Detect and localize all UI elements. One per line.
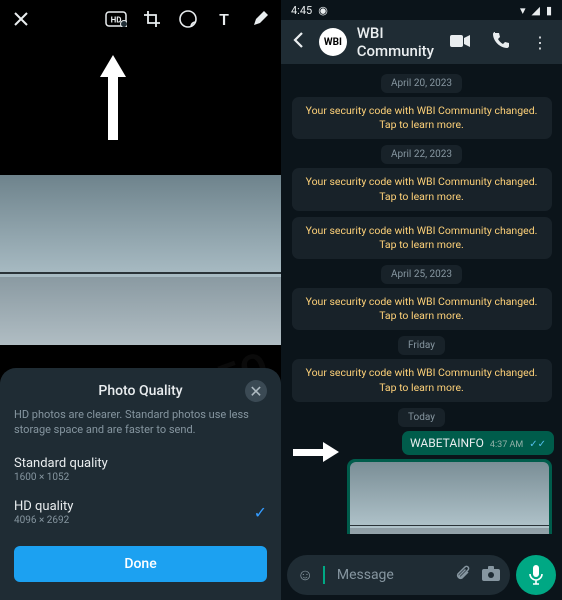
text-cursor — [323, 566, 325, 584]
voice-call-icon[interactable] — [492, 31, 510, 53]
whatsapp-indicator-icon: ◉ — [318, 4, 328, 17]
sheet-close-button[interactable]: ✕ — [245, 380, 267, 402]
check-icon: ✓ — [254, 503, 267, 522]
signal-icon: ◢ — [531, 4, 539, 17]
option-hd-quality[interactable]: HD quality 4096 × 2692 ✓ — [14, 491, 267, 534]
back-icon[interactable] — [289, 30, 309, 54]
option-label: HD quality — [14, 499, 254, 514]
sheet-description: HD photos are clearer. Standard photos u… — [14, 408, 267, 438]
close-icon: ✕ — [249, 382, 262, 401]
close-icon[interactable] — [10, 8, 32, 30]
system-message[interactable]: Your security code with WBI Community ch… — [292, 288, 552, 330]
avatar[interactable]: WBI — [319, 28, 347, 56]
crop-rotate-icon[interactable] — [141, 8, 163, 30]
text-icon[interactable]: T — [213, 8, 235, 30]
svg-text:HD: HD — [111, 16, 122, 25]
sheet-title: Photo Quality — [36, 383, 245, 399]
date-pill: April 25, 2023 — [381, 265, 462, 284]
outgoing-message[interactable]: WABETAINFO 4:37 AM ✓✓ — [402, 431, 554, 455]
sticker-icon[interactable] — [177, 8, 199, 30]
callout-arrow — [100, 55, 126, 140]
message-input[interactable]: ☺ Message — [287, 555, 510, 595]
battery-icon: ▮ — [546, 4, 552, 17]
system-message[interactable]: Your security code with WBI Community ch… — [292, 217, 552, 259]
outgoing-image-message[interactable]: HD 4:45 AM ✓ — [347, 459, 552, 534]
read-ticks-icon: ✓✓ — [529, 439, 546, 450]
attach-icon[interactable] — [454, 564, 472, 586]
clock: 4:45 — [291, 4, 312, 17]
system-message[interactable]: Your security code with WBI Community ch… — [292, 168, 552, 210]
emoji-icon[interactable]: ☺ — [297, 565, 313, 585]
more-icon[interactable]: ⋮ — [532, 33, 548, 52]
photo-editor-screen: HD T WABETAINFO Photo Quality ✕ HD photo… — [0, 0, 281, 600]
input-placeholder: Message — [337, 567, 444, 583]
date-pill: April 20, 2023 — [381, 74, 462, 93]
chat-title[interactable]: WBI Community — [357, 24, 434, 60]
pencil-icon[interactable] — [249, 8, 271, 30]
callout-arrow — [293, 442, 339, 462]
photo-preview — [0, 175, 281, 345]
date-pill: Today — [398, 408, 445, 427]
chat-header: WBI WBI Community ⋮ — [281, 20, 562, 64]
chat-screen: 4:45 ◉ ▾ ◢ ▮ WBI WBI Community ⋮ April 2… — [281, 0, 562, 600]
camera-icon[interactable] — [482, 566, 500, 585]
option-label: Standard quality — [14, 456, 267, 471]
status-bar: 4:45 ◉ ▾ ◢ ▮ — [281, 0, 562, 20]
video-call-icon[interactable] — [450, 33, 470, 52]
system-message[interactable]: Your security code with WBI Community ch… — [292, 359, 552, 401]
option-resolution: 1600 × 1052 — [14, 472, 267, 483]
date-pill: April 22, 2023 — [381, 145, 462, 164]
date-pill: Friday — [398, 336, 445, 355]
wifi-icon: ▾ — [520, 4, 526, 17]
editor-toolbar: HD T — [0, 0, 281, 38]
system-message[interactable]: Your security code with WBI Community ch… — [292, 97, 552, 139]
message-time: 4:37 AM — [490, 440, 523, 450]
done-button[interactable]: Done — [14, 546, 267, 582]
chat-body[interactable]: April 20, 2023 Your security code with W… — [281, 64, 562, 534]
image-thumbnail: HD 4:45 AM ✓ — [350, 462, 549, 534]
option-resolution: 4096 × 2692 — [14, 515, 254, 526]
mic-button[interactable] — [516, 555, 556, 595]
option-standard-quality[interactable]: Standard quality 1600 × 1052 — [14, 448, 267, 491]
hd-icon[interactable]: HD — [105, 8, 127, 30]
message-text: WABETAINFO — [410, 436, 484, 450]
message-input-bar: ☺ Message — [281, 550, 562, 600]
photo-quality-sheet: Photo Quality ✕ HD photos are clearer. S… — [0, 368, 281, 600]
